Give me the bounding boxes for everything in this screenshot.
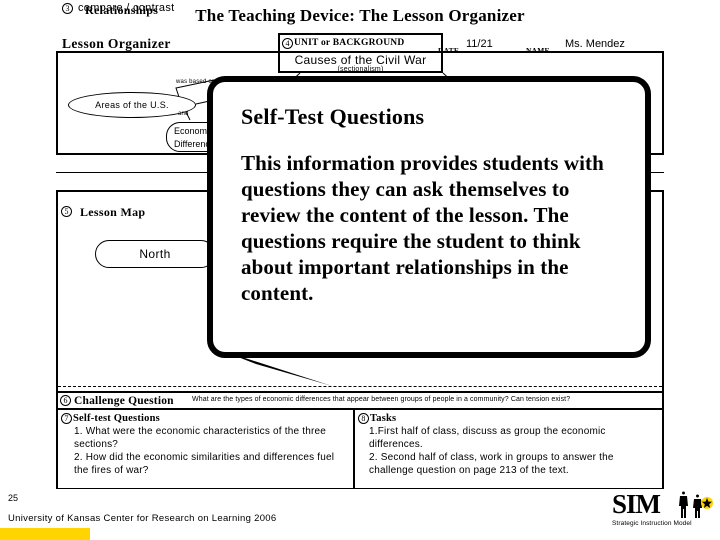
- self-test-questions-body: 1. What were the economic characteristic…: [58, 424, 353, 477]
- unit-box-header-label: UNIT or BACKGROUND: [294, 38, 405, 48]
- step-number-4: 4: [282, 37, 293, 49]
- date-name-row: DATE 11/21 NAME Ms. Mendez: [438, 38, 663, 55]
- challenge-question-row: 6 Challenge Question What are the types …: [58, 391, 662, 410]
- lesson-map-title: Lesson Map: [80, 205, 146, 219]
- lesson-organizer-label: Lesson Organizer: [62, 36, 171, 51]
- unit-subtitle: (sectionalism): [337, 66, 384, 73]
- unit-background-box: 4 UNIT or BACKGROUND Causes of the Civil…: [278, 33, 443, 73]
- self-test-questions-header: 7 Self-test Questions: [58, 410, 353, 425]
- tasks-body: 1.First half of class, discuss as group …: [355, 424, 662, 477]
- section-divider: [58, 386, 662, 387]
- concept-oval-areas: Areas of the U.S.: [68, 92, 196, 118]
- date-label: DATE: [438, 46, 460, 55]
- unit-box-header: 4 UNIT or BACKGROUND: [280, 35, 441, 53]
- unit-title: Causes of the Civil War: [294, 53, 427, 67]
- tasks-title: Tasks: [370, 413, 397, 424]
- self-test-questions-panel: 7 Self-test Questions 1. What were the ec…: [58, 410, 355, 488]
- task-item: 1.First half of class, discuss as group …: [369, 426, 606, 451]
- challenge-question-text: What are the types of economic differenc…: [192, 396, 571, 403]
- task-item: 2. Second half of class, work in groups …: [369, 452, 614, 477]
- accent-bar: [0, 528, 90, 540]
- unit-box-body: Causes of the Civil War (sectionalism): [280, 53, 441, 74]
- sim-figures-icon: [679, 491, 713, 518]
- self-test-questions-title: Self-test Questions: [73, 413, 160, 424]
- connector-label-and: and: [178, 111, 189, 117]
- callout-body: This information provides students with …: [241, 151, 604, 305]
- slide-canvas: The Teaching Device: The Lesson Organize…: [0, 0, 720, 540]
- callout-title: Self-Test Questions: [241, 104, 425, 129]
- lesson-map-node-north: North: [95, 240, 215, 268]
- bottom-panels: 7 Self-test Questions 1. What were the ec…: [58, 410, 662, 488]
- sim-tagline: Strategic Instruction Model: [612, 520, 692, 527]
- name-value: Ms. Mendez: [565, 38, 625, 50]
- date-rule: [462, 52, 520, 53]
- date-value: 11/21: [466, 38, 493, 50]
- sim-wordmark: SIM: [612, 489, 661, 519]
- name-label: NAME: [526, 46, 550, 55]
- callout-bubble: Self-Test Questions This information pro…: [207, 76, 651, 358]
- sim-logo: SIM Strategic Instruction Model: [612, 490, 716, 536]
- name-rule: [556, 52, 663, 53]
- relationships-value: compare / contrast: [78, 2, 175, 14]
- tasks-header: 8 Tasks: [355, 410, 662, 425]
- step-number-6: 6: [60, 395, 71, 406]
- step-number-8: 8: [358, 413, 369, 425]
- step-number-7: 7: [61, 413, 72, 425]
- self-test-item: 1. What were the economic characteristic…: [74, 426, 327, 451]
- tasks-panel: 8 Tasks 1.First half of class, discuss as…: [355, 410, 662, 488]
- step-number-5: 5: [61, 206, 72, 217]
- copyright-line: University of Kansas Center for Research…: [8, 513, 277, 524]
- page-number: 25: [8, 493, 19, 503]
- step-number-3: 3: [62, 3, 73, 14]
- self-test-item: 2. How did the economic similarities and…: [74, 452, 335, 477]
- challenge-question-title: Challenge Question: [74, 395, 174, 407]
